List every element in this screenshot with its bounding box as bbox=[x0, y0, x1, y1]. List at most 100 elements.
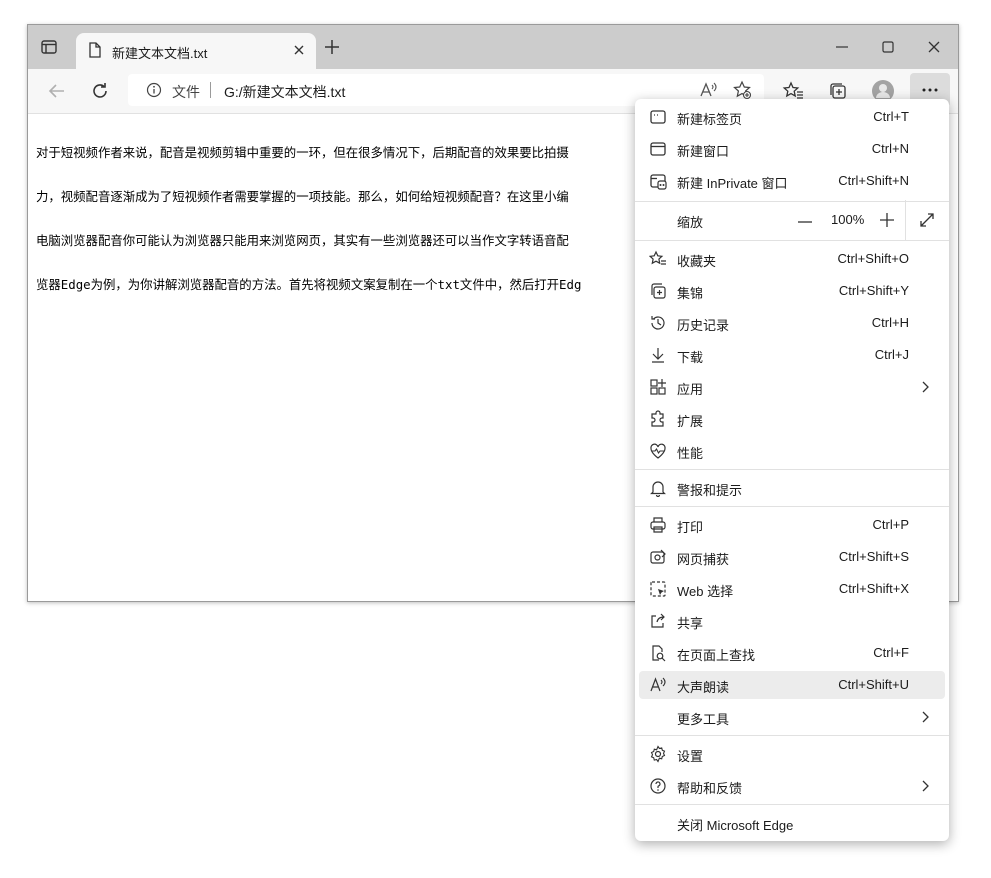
menu-item-shortcut: Ctrl+P bbox=[872, 517, 909, 532]
zoom-in-icon[interactable] bbox=[879, 212, 895, 228]
menu-item-read-aloud[interactable]: 大声朗读 Ctrl+Shift+U bbox=[639, 671, 945, 699]
zoom-divider bbox=[905, 200, 906, 240]
menu-item-downloads[interactable]: 下载 Ctrl+J bbox=[639, 341, 945, 369]
document-content: 对于短视频作者来说，配音是视频剪辑中重要的一环，但在很多情况下，后期配音的效果要… bbox=[36, 117, 636, 321]
menu-divider bbox=[635, 735, 949, 736]
history-icon bbox=[649, 314, 667, 332]
new-window-icon bbox=[649, 140, 667, 158]
menu-item-more-tools[interactable]: 更多工具 bbox=[639, 703, 945, 731]
new-tab-icon bbox=[649, 108, 667, 126]
menu-item-label: 集锦 bbox=[677, 286, 704, 301]
performance-icon bbox=[649, 442, 667, 460]
menu-item-new-tab[interactable]: 新建标签页 Ctrl+T bbox=[639, 103, 945, 131]
menu-item-share[interactable]: 共享 bbox=[639, 607, 945, 635]
menu-item-label: 关闭 Microsoft Edge bbox=[677, 818, 794, 833]
document-line: 力，视频配音逐渐成为了短视频作者需要掌握的一项技能。那么，如何给短视频配音？在这… bbox=[36, 188, 569, 204]
tab-bar: 新建文本文档.txt bbox=[28, 25, 958, 69]
menu-item-shortcut: Ctrl+Shift+Y bbox=[838, 283, 909, 298]
menu-item-collections[interactable]: 集锦 Ctrl+Shift+Y bbox=[639, 277, 945, 305]
minimize-icon[interactable] bbox=[832, 37, 852, 57]
tab-actions-icon[interactable] bbox=[40, 38, 58, 56]
add-favorite-icon[interactable] bbox=[732, 80, 752, 100]
menu-item-apps[interactable]: 应用 bbox=[639, 373, 945, 401]
find-icon bbox=[649, 644, 667, 662]
menu-item-web-select[interactable]: Web 选择 Ctrl+Shift+X bbox=[639, 575, 945, 603]
document-line: 览器Edge为例，为你讲解浏览器配音的方法。首先将视频文案复制在一个txt文件中… bbox=[36, 276, 582, 292]
zoom-out-icon[interactable] bbox=[797, 214, 813, 230]
chevron-right-icon bbox=[919, 380, 931, 394]
menu-item-find[interactable]: 在页面上查找 Ctrl+F bbox=[639, 639, 945, 667]
tab-title: 新建文本文档.txt bbox=[112, 46, 208, 61]
menu-divider bbox=[635, 469, 949, 470]
settings-menu: 新建标签页 Ctrl+T 新建窗口 Ctrl+N 新建 InPrivate 窗口… bbox=[635, 99, 949, 841]
print-icon bbox=[649, 516, 667, 534]
document-icon bbox=[88, 42, 102, 58]
maximize-icon[interactable] bbox=[878, 37, 898, 57]
collections-icon bbox=[649, 282, 667, 300]
menu-item-history[interactable]: 历史记录 Ctrl+H bbox=[639, 309, 945, 337]
tab-close-icon[interactable] bbox=[292, 43, 306, 57]
menu-item-shortcut: Ctrl+J bbox=[874, 347, 909, 362]
address-scheme-label: 文件 bbox=[172, 84, 200, 100]
menu-item-web-capture[interactable]: 网页捕获 Ctrl+Shift+S bbox=[639, 543, 945, 571]
menu-divider bbox=[635, 201, 949, 202]
chevron-right-icon bbox=[919, 779, 931, 793]
read-aloud-icon bbox=[649, 676, 667, 694]
menu-item-label: 应用 bbox=[677, 382, 704, 397]
close-window-icon[interactable] bbox=[924, 37, 944, 57]
fullscreen-icon[interactable] bbox=[919, 212, 935, 228]
menu-item-shortcut: Ctrl+Shift+S bbox=[838, 549, 909, 564]
menu-item-label: Web 选择 bbox=[677, 584, 734, 599]
menu-divider bbox=[635, 506, 949, 507]
menu-item-label: 帮助和反馈 bbox=[677, 781, 743, 796]
menu-item-label: 下载 bbox=[677, 350, 704, 365]
menu-item-shortcut: Ctrl+H bbox=[871, 315, 909, 330]
menu-item-shortcut: Ctrl+Shift+U bbox=[838, 677, 909, 692]
menu-item-label: 警报和提示 bbox=[677, 483, 743, 498]
address-divider bbox=[210, 82, 211, 98]
menu-item-label: 共享 bbox=[677, 616, 704, 631]
chevron-right-icon bbox=[919, 710, 931, 724]
menu-item-label: 网页捕获 bbox=[677, 552, 730, 567]
menu-divider bbox=[635, 240, 949, 241]
document-line: 电脑浏览器配音你可能认为浏览器只能用来浏览网页，其实有一些浏览器还可以当作文字转… bbox=[36, 232, 569, 248]
share-icon bbox=[649, 612, 667, 630]
document-line: 对于短视频作者来说，配音是视频剪辑中重要的一环，但在很多情况下，后期配音的效果要… bbox=[36, 145, 569, 161]
menu-item-performance[interactable]: 性能 bbox=[639, 437, 945, 465]
inprivate-icon bbox=[649, 172, 667, 190]
menu-item-inprivate[interactable]: 新建 InPrivate 窗口 Ctrl+Shift+N bbox=[639, 167, 945, 195]
menu-item-label: 缩放 bbox=[677, 215, 704, 230]
info-icon[interactable] bbox=[146, 82, 162, 98]
ellipsis-icon bbox=[921, 83, 939, 97]
menu-item-shortcut: Ctrl+Shift+X bbox=[838, 581, 909, 596]
menu-item-label: 扩展 bbox=[677, 414, 704, 429]
menu-item-label: 设置 bbox=[677, 749, 704, 764]
menu-item-help[interactable]: 帮助和反馈 bbox=[639, 772, 945, 800]
gear-icon bbox=[649, 745, 667, 763]
menu-item-label: 收藏夹 bbox=[677, 254, 717, 269]
menu-item-label: 新建窗口 bbox=[677, 144, 730, 159]
menu-item-close-edge[interactable]: 关闭 Microsoft Edge bbox=[639, 809, 945, 837]
bell-icon bbox=[649, 479, 667, 497]
menu-item-alerts[interactable]: 警报和提示 bbox=[639, 474, 945, 502]
refresh-icon[interactable] bbox=[89, 80, 111, 102]
menu-item-settings[interactable]: 设置 bbox=[639, 740, 945, 768]
read-aloud-icon[interactable] bbox=[698, 80, 718, 100]
menu-item-shortcut: Ctrl+T bbox=[873, 109, 909, 124]
menu-item-new-window[interactable]: 新建窗口 Ctrl+N bbox=[639, 135, 945, 163]
tab-active[interactable]: 新建文本文档.txt bbox=[76, 33, 316, 69]
menu-item-extensions[interactable]: 扩展 bbox=[639, 405, 945, 433]
address-url[interactable]: G:/新建文本文档.txt bbox=[224, 82, 345, 102]
menu-item-print[interactable]: 打印 Ctrl+P bbox=[639, 511, 945, 539]
menu-item-label: 性能 bbox=[677, 446, 704, 461]
menu-item-shortcut: Ctrl+Shift+O bbox=[837, 251, 909, 266]
favorites-icon bbox=[649, 250, 667, 268]
web-select-icon bbox=[649, 580, 667, 598]
apps-icon bbox=[649, 378, 667, 396]
menu-item-label: 更多工具 bbox=[677, 712, 730, 727]
menu-item-label: 新建 InPrivate 窗口 bbox=[677, 176, 788, 191]
new-tab-button[interactable] bbox=[324, 39, 340, 55]
menu-item-favorites[interactable]: 收藏夹 Ctrl+Shift+O bbox=[639, 245, 945, 273]
back-icon[interactable] bbox=[46, 80, 68, 102]
download-icon bbox=[649, 346, 667, 364]
